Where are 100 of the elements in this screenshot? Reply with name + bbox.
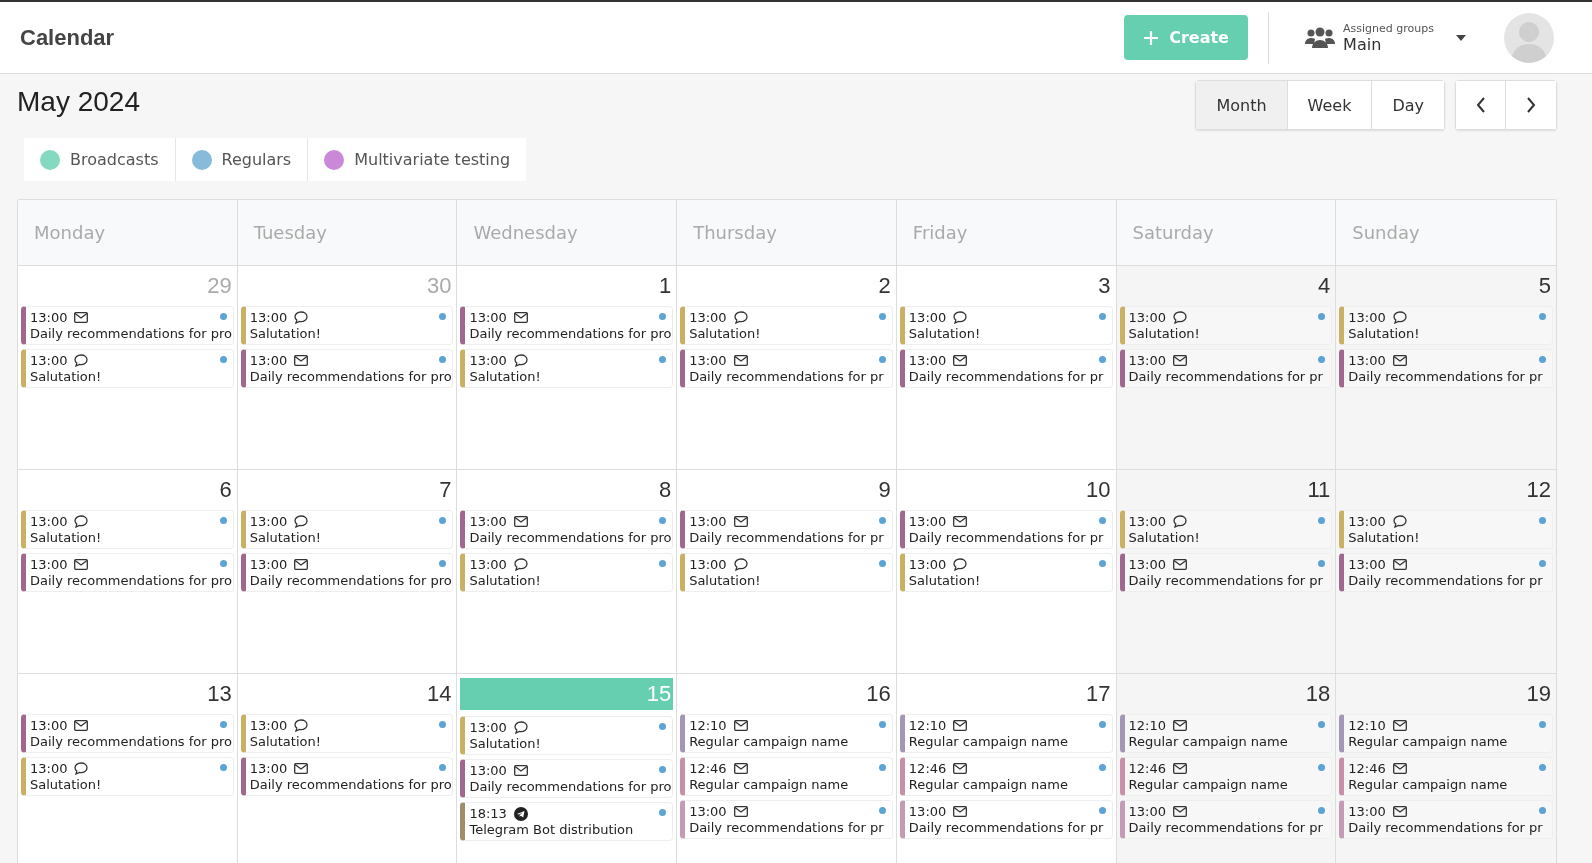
event-card[interactable]: 13:00 Salutation! bbox=[460, 349, 674, 388]
day-number: 14 bbox=[425, 680, 453, 708]
event-card[interactable]: 18:13 Telegram Bot distribution bbox=[460, 802, 674, 841]
legend-label: Regulars bbox=[221, 150, 292, 169]
event-card[interactable]: 12:46 Regular campaign name bbox=[680, 757, 893, 796]
event-card[interactable]: 12:46 Regular campaign name bbox=[1119, 757, 1333, 796]
event-card[interactable]: 13:00 Salutation! bbox=[680, 306, 893, 345]
status-dot bbox=[659, 723, 667, 730]
event-time: 13:00 bbox=[249, 557, 288, 572]
event-time: 12:46 bbox=[1348, 761, 1386, 776]
event-card[interactable]: 13:00 Salutation! bbox=[680, 553, 893, 592]
event-card[interactable]: 13:00 Daily recommendations for pr bbox=[1339, 800, 1553, 839]
event-title: Salutation! bbox=[249, 326, 322, 341]
event-card[interactable]: 13:00 Daily recommendations for pro bbox=[240, 757, 454, 796]
speech-bubble-icon bbox=[953, 558, 968, 571]
previous-button[interactable] bbox=[1456, 81, 1506, 129]
event-card[interactable]: 13:00 Salutation! bbox=[460, 553, 674, 592]
day-number: 29 bbox=[206, 272, 233, 300]
next-button[interactable] bbox=[1506, 81, 1556, 129]
event-card[interactable]: 13:00 Daily recommendations for pr bbox=[899, 510, 1113, 549]
envelope-icon bbox=[294, 763, 309, 774]
event-card[interactable]: 13:00 Salutation! bbox=[240, 714, 454, 753]
event-card[interactable]: 13:00 Daily recommendations for pr bbox=[899, 800, 1113, 839]
speech-bubble-icon bbox=[513, 558, 528, 571]
view-tab[interactable]: Week bbox=[1287, 81, 1373, 129]
day-number: 19 bbox=[1525, 680, 1552, 708]
event-card[interactable]: 13:00 Daily recommendations for pro bbox=[21, 553, 234, 592]
day-number: 17 bbox=[1085, 680, 1112, 708]
avatar[interactable] bbox=[1504, 12, 1554, 63]
event-time: 13:00 bbox=[30, 310, 68, 325]
envelope-icon bbox=[1392, 763, 1407, 774]
event-card[interactable]: 13:00 Daily recommendations for pr bbox=[1119, 800, 1333, 839]
day-number: 5 bbox=[1537, 272, 1552, 300]
group-selector[interactable]: Assigned groups Main bbox=[1289, 21, 1474, 54]
event-card[interactable]: 13:00 Daily recommendations for pro bbox=[240, 349, 454, 388]
event-title: Daily recommendations for pr bbox=[689, 530, 885, 545]
event-card[interactable]: 13:00 Daily recommendations for pro bbox=[21, 714, 234, 753]
status-dot bbox=[1098, 807, 1106, 814]
event-time: 13:00 bbox=[1128, 353, 1167, 368]
event-card[interactable]: 13:00 Daily recommendations for pr bbox=[680, 510, 893, 549]
status-dot bbox=[1098, 721, 1106, 728]
envelope-icon bbox=[733, 763, 748, 774]
event-card[interactable]: 12:46 Regular campaign name bbox=[1339, 757, 1553, 796]
caret-icon bbox=[1456, 34, 1466, 41]
event-card[interactable]: 13:00 Salutation! bbox=[240, 306, 454, 345]
status-dot bbox=[659, 313, 667, 320]
event-time: 13:00 bbox=[689, 557, 727, 572]
speech-bubble-icon bbox=[294, 515, 309, 528]
event-card[interactable]: 13:00 Daily recommendations for pro bbox=[460, 306, 674, 345]
event-card[interactable]: 13:00 Daily recommendations for pr bbox=[1119, 349, 1333, 388]
event-card[interactable]: 13:00 Salutation! bbox=[21, 349, 234, 388]
event-card[interactable]: 13:00 Daily recommendations for pr bbox=[1339, 553, 1553, 592]
event-card[interactable]: 13:00 Salutation! bbox=[240, 510, 454, 549]
event-card[interactable]: 13:00 Salutation! bbox=[1339, 306, 1553, 345]
event-card[interactable]: 12:10 Regular campaign name bbox=[1339, 714, 1553, 753]
status-dot bbox=[878, 764, 886, 771]
event-time: 13:00 bbox=[689, 804, 727, 819]
event-title: Daily recommendations for pr bbox=[1128, 369, 1324, 384]
event-card[interactable]: 13:00 Daily recommendations for pro bbox=[21, 306, 234, 345]
event-title: Salutation! bbox=[689, 573, 762, 588]
event-card[interactable]: 13:00 Salutation! bbox=[899, 553, 1113, 592]
envelope-icon bbox=[1392, 355, 1407, 366]
event-card[interactable]: 12:10 Regular campaign name bbox=[680, 714, 893, 753]
event-card[interactable]: 12:10 Regular campaign name bbox=[1119, 714, 1333, 753]
event-card[interactable]: 13:00 Daily recommendations for pr bbox=[1119, 553, 1333, 592]
event-time: 13:00 bbox=[689, 514, 727, 529]
status-dot bbox=[1539, 807, 1546, 814]
event-card[interactable]: 13:00 Daily recommendations for pr bbox=[680, 349, 893, 388]
status-dot bbox=[1318, 764, 1326, 771]
view-tab[interactable]: Day bbox=[1372, 81, 1444, 129]
speech-bubble-icon bbox=[74, 354, 89, 367]
event-card[interactable]: 13:00 Daily recommendations for pro bbox=[460, 759, 674, 798]
event-card[interactable]: 13:00 Salutation! bbox=[899, 306, 1113, 345]
event-card[interactable]: 13:00 Daily recommendations for pr bbox=[899, 349, 1113, 388]
weekday-header: Sunday bbox=[1351, 221, 1421, 245]
event-card[interactable]: 13:00 Salutation! bbox=[21, 510, 234, 549]
day-number: 3 bbox=[1097, 272, 1112, 300]
status-dot bbox=[878, 807, 886, 814]
event-card[interactable]: 13:00 Salutation! bbox=[21, 757, 234, 796]
event-title: Regular campaign name bbox=[1128, 777, 1289, 792]
speech-bubble-icon bbox=[294, 311, 309, 324]
event-card[interactable]: 13:00 Salutation! bbox=[1339, 510, 1553, 549]
event-card[interactable]: 13:00 Daily recommendations for pr bbox=[680, 800, 893, 839]
event-card[interactable]: 12:46 Regular campaign name bbox=[899, 757, 1113, 796]
event-title: Regular campaign name bbox=[1348, 734, 1509, 749]
event-card[interactable]: 13:00 Daily recommendations for pro bbox=[240, 553, 454, 592]
envelope-icon bbox=[953, 763, 968, 774]
event-card[interactable]: 13:00 Daily recommendations for pr bbox=[1339, 349, 1553, 388]
event-time: 13:00 bbox=[249, 353, 288, 368]
event-title: Salutation! bbox=[469, 369, 542, 384]
event-card[interactable]: 13:00 Salutation! bbox=[1119, 306, 1333, 345]
event-card[interactable]: 12:10 Regular campaign name bbox=[899, 714, 1113, 753]
status-dot bbox=[1539, 313, 1546, 320]
view-tab[interactable]: Month bbox=[1196, 81, 1288, 129]
event-time: 13:00 bbox=[1128, 557, 1167, 572]
event-title: Salutation! bbox=[908, 326, 982, 341]
event-card[interactable]: 13:00 Salutation! bbox=[1119, 510, 1333, 549]
event-card[interactable]: 13:00 Salutation! bbox=[460, 716, 674, 755]
event-card[interactable]: 13:00 Daily recommendations for pro bbox=[460, 510, 674, 549]
app-title: Calendar bbox=[20, 24, 115, 51]
